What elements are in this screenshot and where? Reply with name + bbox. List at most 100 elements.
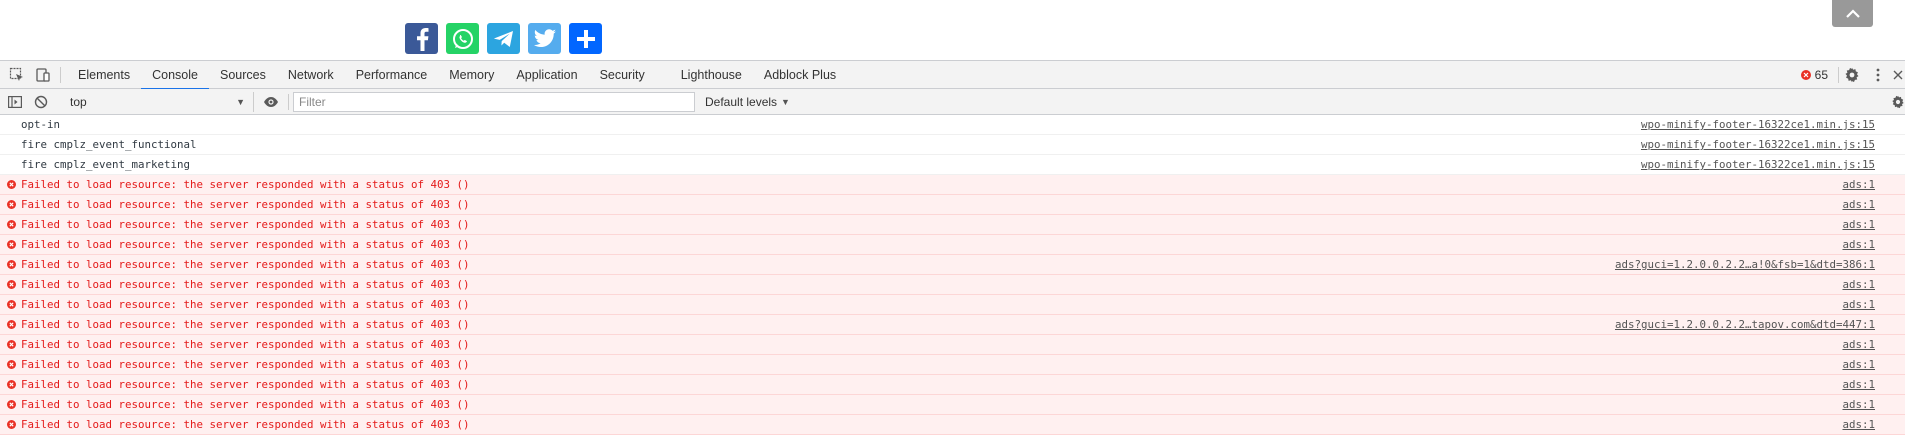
console-error-message[interactable]: Failed to load resource: the server resp… — [0, 355, 1905, 375]
error-icon — [0, 275, 18, 295]
tab-elements[interactable]: Elements — [67, 61, 141, 89]
tab-sources[interactable]: Sources — [209, 61, 277, 89]
live-expression-button[interactable] — [258, 88, 284, 116]
message-source-link[interactable]: ads:1 — [1842, 195, 1875, 215]
log-spacer — [0, 155, 18, 175]
console-error-message[interactable]: Failed to load resource: the server resp… — [0, 175, 1905, 195]
error-icon — [0, 375, 18, 395]
message-source-link[interactable]: ads?guci=1.2.0.0.2.2…tapov.com&dtd=447:1 — [1615, 315, 1875, 335]
tabbar-separator — [60, 66, 61, 83]
toolbar-separator — [288, 93, 289, 110]
console-error-message[interactable]: Failed to load resource: the server resp… — [0, 235, 1905, 255]
device-mobile-icon — [36, 67, 50, 82]
inspect-element-button[interactable] — [4, 61, 30, 89]
console-error-message[interactable]: Failed to load resource: the server resp… — [0, 215, 1905, 235]
console-error-message[interactable]: Failed to load resource: the server resp… — [0, 195, 1905, 215]
message-source-link[interactable]: ads:1 — [1842, 175, 1875, 195]
message-source-link[interactable]: wpo-minify-footer-16322ce1.min.js:15 — [1641, 135, 1875, 155]
message-text: Failed to load resource: the server resp… — [21, 338, 470, 351]
console-error-message[interactable]: Failed to load resource: the server resp… — [0, 255, 1905, 275]
message-source-link[interactable]: ads:1 — [1842, 415, 1875, 435]
console-error-message[interactable]: Failed to load resource: the server resp… — [0, 415, 1905, 435]
clear-console-button[interactable] — [28, 88, 54, 116]
console-log-message[interactable]: opt-in wpo-minify-footer-16322ce1.min.js:… — [0, 115, 1905, 135]
console-error-message[interactable]: Failed to load resource: the server resp… — [0, 295, 1905, 315]
chevron-up-icon — [1845, 8, 1860, 18]
console-filter-input[interactable] — [293, 91, 695, 112]
more-options-button[interactable] — [1865, 61, 1891, 89]
message-text: fire cmplz_event_marketing — [21, 158, 191, 171]
show-sidebar-button[interactable] — [2, 88, 28, 116]
message-text: Failed to load resource: the server resp… — [21, 198, 470, 211]
error-icon — [0, 355, 18, 375]
whatsapp-share-button[interactable] — [446, 23, 479, 54]
gear-icon — [1892, 95, 1904, 109]
console-error-message[interactable]: Failed to load resource: the server resp… — [0, 315, 1905, 335]
dropdown-arrow-icon: ▼ — [781, 96, 790, 107]
tab-adblock-plus[interactable]: Adblock Plus — [753, 61, 847, 89]
share-bar — [405, 23, 602, 54]
tab-application[interactable]: Application — [505, 61, 588, 89]
message-text: opt-in — [21, 118, 61, 131]
message-source-link[interactable]: ads?guci=1.2.0.0.2.2…a!0&fsb=1&dtd=386:1 — [1615, 255, 1875, 275]
error-icon — [0, 215, 18, 235]
devtools-tabs: Elements Console Sources Network Performance… — [67, 61, 847, 90]
inspect-cursor-icon — [9, 67, 23, 81]
twitter-icon — [533, 28, 556, 47]
error-icon — [0, 175, 18, 195]
console-error-message[interactable]: Failed to load resource: the server resp… — [0, 395, 1905, 415]
settings-button[interactable] — [1839, 61, 1865, 89]
tab-performance[interactable]: Performance — [345, 61, 439, 89]
eye-icon — [264, 96, 278, 107]
error-icon — [0, 315, 18, 335]
device-toolbar-button[interactable] — [30, 61, 56, 89]
tab-memory[interactable]: Memory — [438, 61, 505, 89]
tab-network[interactable]: Network — [277, 61, 345, 89]
message-source-link[interactable]: ads:1 — [1842, 355, 1875, 375]
error-icon — [0, 335, 18, 355]
console-error-message[interactable]: Failed to load resource: the server resp… — [0, 275, 1905, 295]
tab-security[interactable]: Security — [589, 61, 656, 89]
message-source-link[interactable]: ads:1 — [1842, 375, 1875, 395]
message-text: Failed to load resource: the server resp… — [21, 278, 470, 291]
facebook-share-button[interactable] — [405, 23, 438, 54]
more-share-button[interactable] — [569, 23, 602, 54]
message-source-link[interactable]: ads:1 — [1842, 215, 1875, 235]
console-log-message[interactable]: fire cmplz_event_functional wpo-minify-fo… — [0, 135, 1905, 155]
log-spacer — [0, 135, 18, 155]
log-levels-dropdown[interactable]: Default levels ▼ — [705, 95, 790, 109]
twitter-share-button[interactable] — [528, 23, 561, 54]
context-value: top — [70, 94, 87, 109]
page-viewport — [0, 0, 1905, 60]
kebab-menu-icon — [1876, 68, 1880, 82]
message-source-link[interactable]: ads:1 — [1842, 395, 1875, 415]
dropdown-arrow-icon: ▼ — [236, 96, 245, 107]
plus-icon — [576, 29, 595, 48]
close-devtools-button[interactable] — [1891, 61, 1905, 89]
message-source-link[interactable]: ads:1 — [1842, 335, 1875, 355]
error-icon — [0, 295, 18, 315]
message-text: Failed to load resource: the server resp… — [21, 298, 470, 311]
message-source-link[interactable]: ads:1 — [1842, 295, 1875, 315]
tab-console[interactable]: Console — [141, 61, 209, 90]
error-counter-button[interactable]: 65 — [1791, 68, 1838, 82]
block-icon — [34, 95, 48, 108]
telegram-share-button[interactable] — [487, 23, 520, 54]
message-source-link[interactable]: wpo-minify-footer-16322ce1.min.js:15 — [1641, 155, 1875, 175]
message-source-link[interactable]: wpo-minify-footer-16322ce1.min.js:15 — [1641, 115, 1875, 135]
console-log-message[interactable]: fire cmplz_event_marketing wpo-minify-foo… — [0, 155, 1905, 175]
message-source-link[interactable]: ads:1 — [1842, 275, 1875, 295]
tabbar-right: 65 — [1791, 61, 1905, 89]
facebook-icon — [416, 27, 428, 51]
console-error-message[interactable]: Failed to load resource: the server resp… — [0, 375, 1905, 395]
message-source-link[interactable]: ads:1 — [1842, 235, 1875, 255]
scroll-to-top-button[interactable] — [1832, 0, 1873, 27]
console-error-message[interactable]: Failed to load resource: the server resp… — [0, 335, 1905, 355]
log-levels-label: Default levels — [705, 94, 778, 109]
console-settings-button[interactable] — [1885, 89, 1905, 115]
message-text: Failed to load resource: the server resp… — [21, 358, 470, 371]
log-spacer — [0, 115, 18, 135]
tab-lighthouse[interactable]: Lighthouse — [670, 61, 753, 89]
sidebar-toggle-icon — [8, 95, 22, 108]
context-selector[interactable]: top ▼ — [64, 91, 254, 112]
